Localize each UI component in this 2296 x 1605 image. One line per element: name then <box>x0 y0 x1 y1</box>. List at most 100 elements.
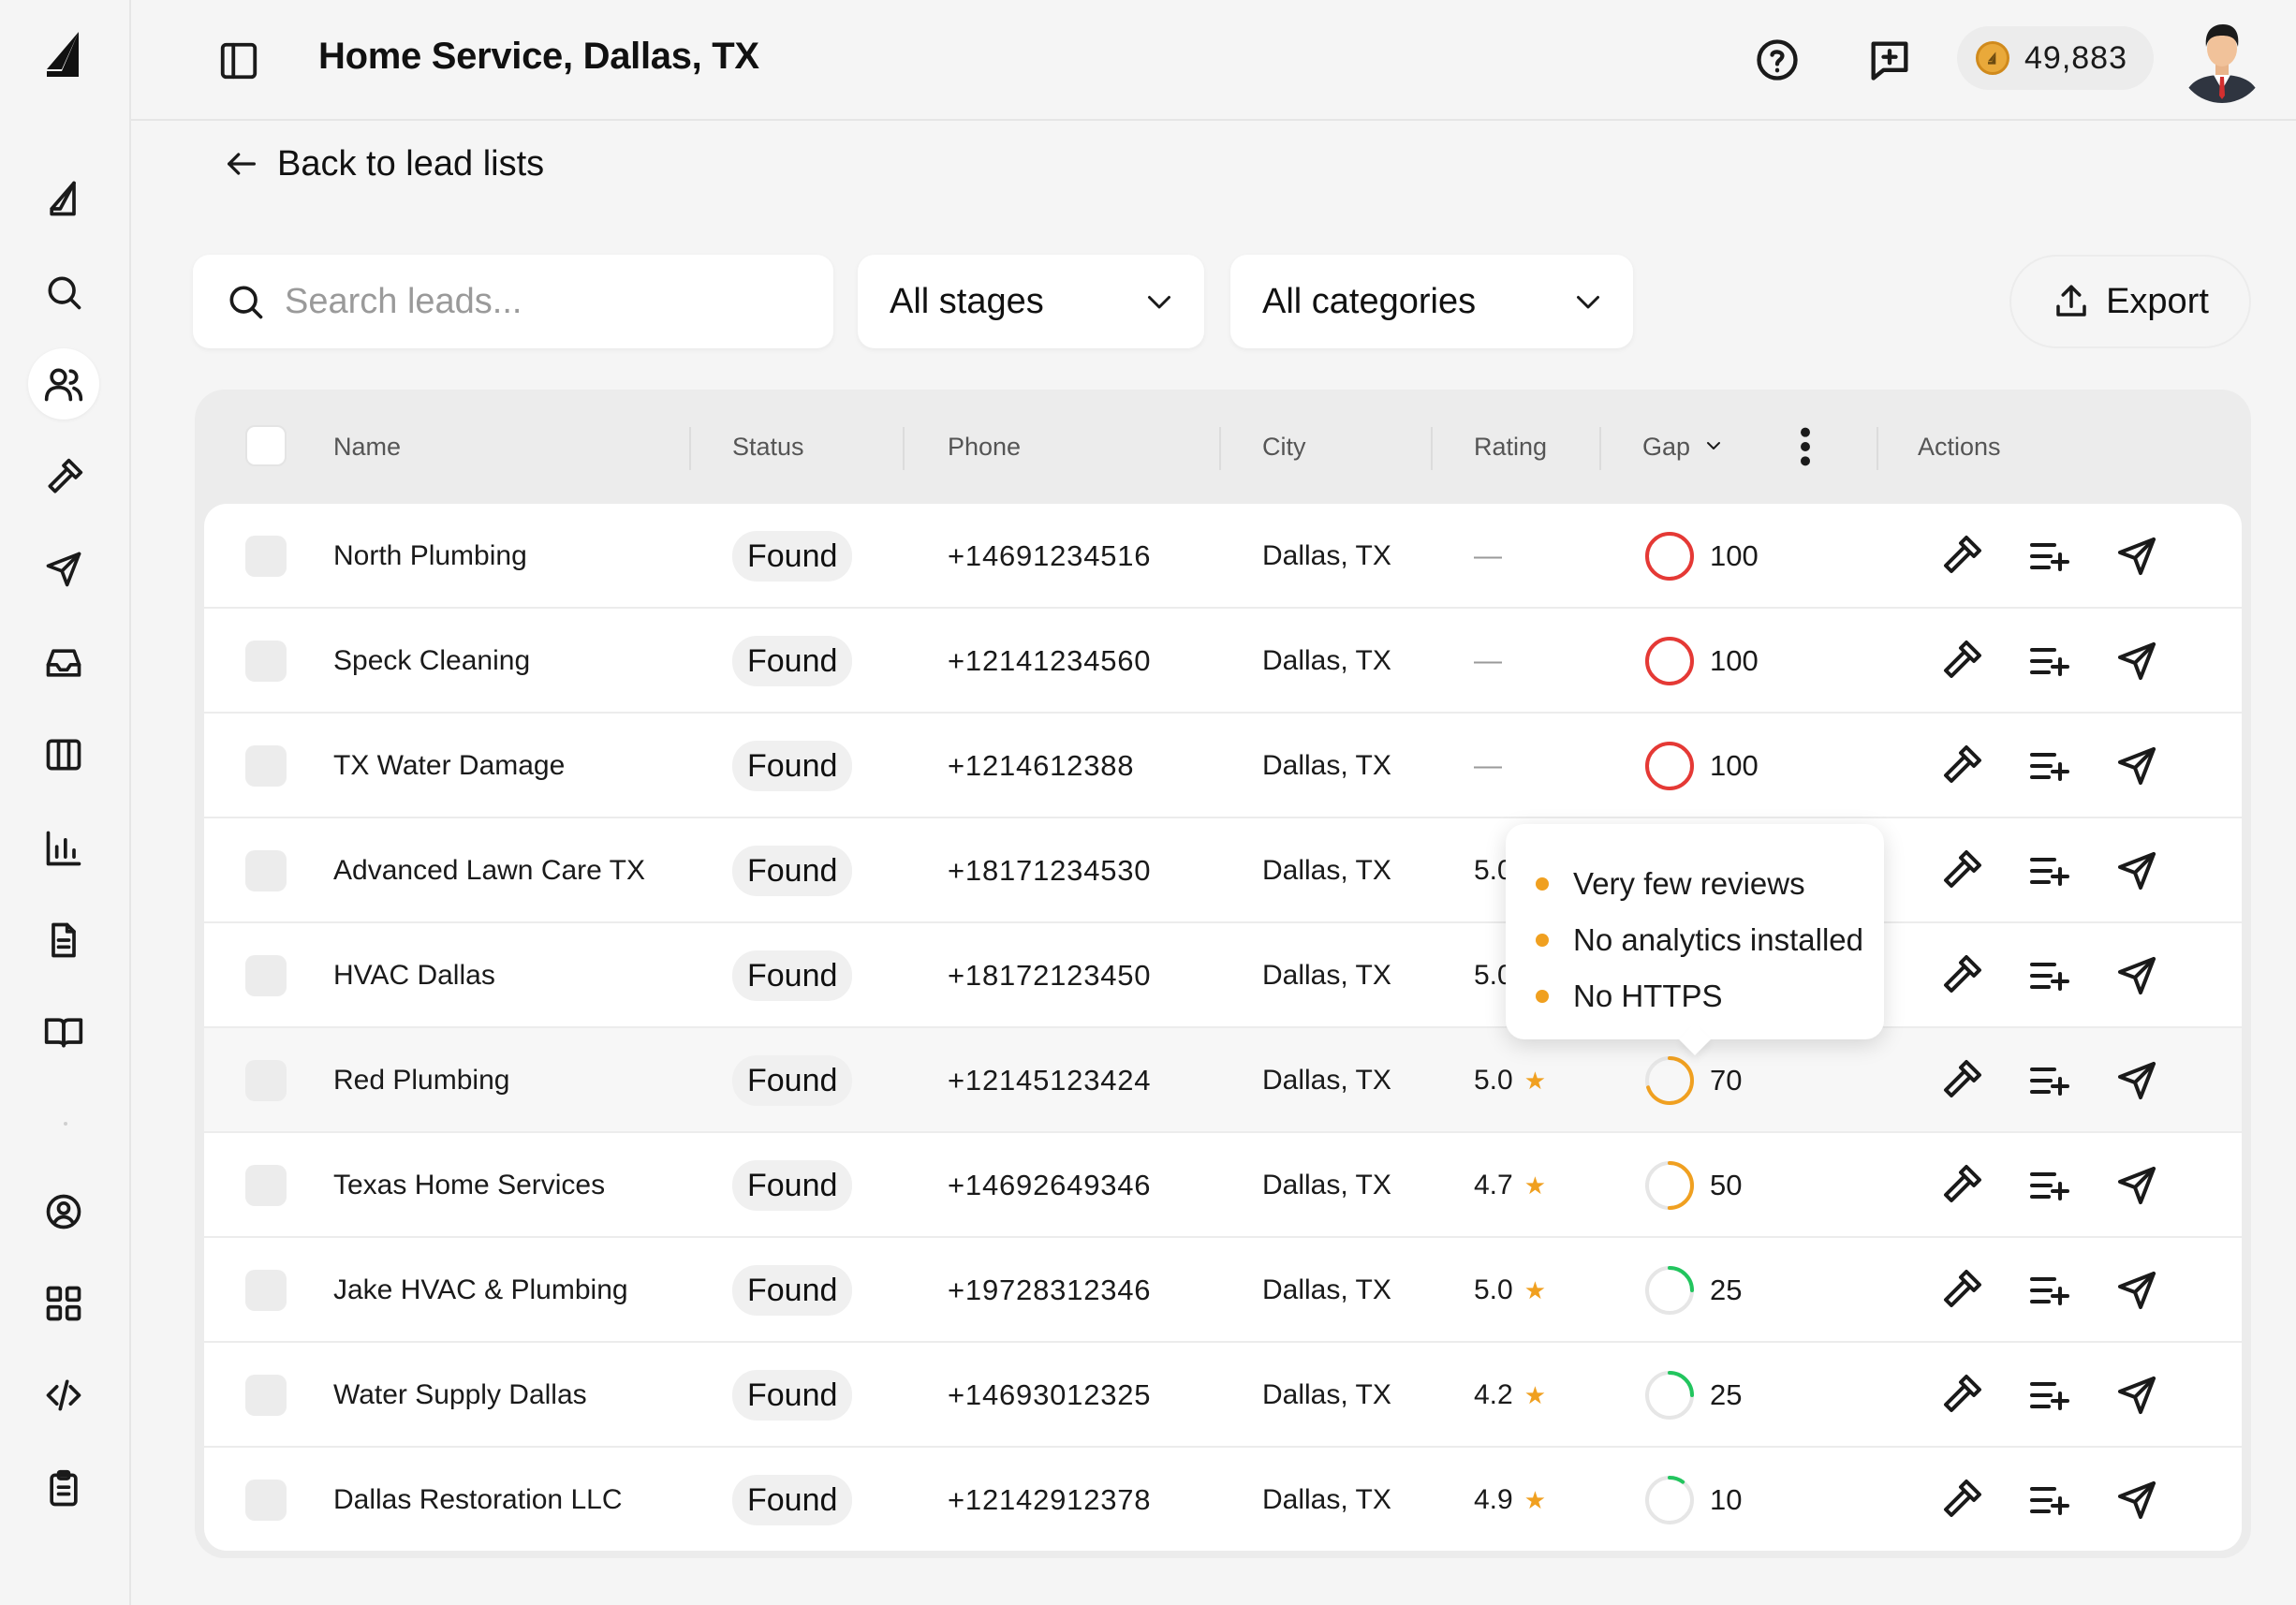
avatar[interactable] <box>2178 15 2266 103</box>
send-icon[interactable] <box>2114 534 2159 579</box>
row-checkbox[interactable] <box>245 850 287 891</box>
send-icon[interactable] <box>2114 1373 2159 1418</box>
status-badge[interactable]: Found <box>732 950 853 1001</box>
lead-name[interactable]: Dallas Restoration LLC <box>333 1448 622 1551</box>
send-icon[interactable] <box>2114 1058 2159 1103</box>
hammer-icon[interactable] <box>1938 848 1983 893</box>
sidebar-item-tasks[interactable] <box>28 1453 99 1524</box>
hammer-icon[interactable] <box>1938 744 1983 788</box>
table-row[interactable]: Dallas Restoration LLC Found +1214291237… <box>204 1448 2242 1551</box>
gap-score-ring[interactable] <box>1642 634 1697 688</box>
lead-name[interactable]: North Plumbing <box>333 504 527 609</box>
row-checkbox[interactable] <box>245 641 287 682</box>
category-filter-select[interactable]: All categories <box>1230 255 1633 348</box>
row-checkbox[interactable] <box>245 955 287 996</box>
status-badge[interactable]: Found <box>732 1160 853 1211</box>
column-header-phone[interactable]: Phone <box>948 433 1021 462</box>
table-row[interactable]: Jake HVAC & Plumbing Found +19728312346 … <box>204 1238 2242 1343</box>
search-box[interactable] <box>193 255 833 348</box>
table-row[interactable]: Advanced Lawn Care TX Found +18171234530… <box>204 818 2242 923</box>
sidebar-item-docs[interactable] <box>28 996 99 1068</box>
send-icon[interactable] <box>2114 1268 2159 1313</box>
status-badge[interactable]: Found <box>732 846 853 896</box>
table-row[interactable]: TX Water Damage Found +1214612388 Dallas… <box>204 714 2242 818</box>
status-badge[interactable]: Found <box>732 1265 853 1316</box>
sidebar-item-developer[interactable] <box>28 1360 99 1431</box>
send-icon[interactable] <box>2114 1163 2159 1208</box>
lead-name[interactable]: Advanced Lawn Care TX <box>333 818 645 923</box>
column-header-status[interactable]: Status <box>732 433 804 462</box>
send-icon[interactable] <box>2114 848 2159 893</box>
sidebar-toggle-icon[interactable] <box>217 39 260 82</box>
column-menu-icon[interactable] <box>1787 425 1824 468</box>
column-header-rating[interactable]: Rating <box>1474 433 1547 462</box>
select-all-checkbox[interactable] <box>245 425 287 466</box>
export-button[interactable]: Export <box>2009 255 2251 348</box>
add-to-list-icon[interactable] <box>2026 1058 2071 1103</box>
credits-balance[interactable]: 49,883 <box>1957 26 2154 90</box>
lead-name[interactable]: Red Plumbing <box>333 1028 509 1133</box>
sidebar-item-leads[interactable] <box>28 348 99 420</box>
add-to-list-icon[interactable] <box>2026 1163 2071 1208</box>
hammer-icon[interactable] <box>1938 639 1983 684</box>
gap-score-ring[interactable] <box>1642 1053 1697 1108</box>
row-checkbox[interactable] <box>245 1165 287 1206</box>
status-badge[interactable]: Found <box>732 531 853 582</box>
send-icon[interactable] <box>2114 953 2159 998</box>
gap-score-ring[interactable] <box>1642 1263 1697 1318</box>
sidebar-item-analytics[interactable] <box>28 813 99 884</box>
lead-name[interactable]: TX Water Damage <box>333 714 565 818</box>
sort-chevron-down-icon[interactable] <box>1702 434 1725 457</box>
sidebar-item-create[interactable] <box>28 163 99 234</box>
sidebar-item-account[interactable] <box>28 1176 99 1247</box>
hammer-icon[interactable] <box>1938 953 1983 998</box>
sidebar-item-tools[interactable] <box>28 442 99 513</box>
hammer-icon[interactable] <box>1938 1478 1983 1523</box>
add-to-list-icon[interactable] <box>2026 1373 2071 1418</box>
row-checkbox[interactable] <box>245 1270 287 1311</box>
lead-name[interactable]: Water Supply Dallas <box>333 1343 587 1448</box>
column-header-gap[interactable]: Gap <box>1642 433 1690 462</box>
add-to-list-icon[interactable] <box>2026 639 2071 684</box>
sidebar-item-boards[interactable] <box>28 719 99 790</box>
gap-score-ring[interactable] <box>1642 1368 1697 1422</box>
add-to-list-icon[interactable] <box>2026 848 2071 893</box>
add-to-list-icon[interactable] <box>2026 744 2071 788</box>
lead-name[interactable]: HVAC Dallas <box>333 923 495 1028</box>
column-header-name[interactable]: Name <box>333 433 401 462</box>
search-input[interactable] <box>285 281 809 322</box>
sidebar-item-search[interactable] <box>28 257 99 328</box>
stage-filter-select[interactable]: All stages <box>858 255 1204 348</box>
row-checkbox[interactable] <box>245 1060 287 1101</box>
row-checkbox[interactable] <box>245 1480 287 1521</box>
gap-score-ring[interactable] <box>1642 1473 1697 1527</box>
add-to-list-icon[interactable] <box>2026 1478 2071 1523</box>
hammer-icon[interactable] <box>1938 1058 1983 1103</box>
gap-score-ring[interactable] <box>1642 529 1697 583</box>
lead-name[interactable]: Texas Home Services <box>333 1133 605 1238</box>
add-to-list-icon[interactable] <box>2026 534 2071 579</box>
lead-name[interactable]: Jake HVAC & Plumbing <box>333 1238 628 1343</box>
table-row[interactable]: Texas Home Services Found +14692649346 D… <box>204 1133 2242 1238</box>
row-checkbox[interactable] <box>245 536 287 577</box>
app-logo-icon[interactable] <box>41 28 90 81</box>
status-badge[interactable]: Found <box>732 1055 853 1106</box>
row-checkbox[interactable] <box>245 745 287 787</box>
add-to-list-icon[interactable] <box>2026 953 2071 998</box>
help-icon[interactable] <box>1753 36 1802 84</box>
hammer-icon[interactable] <box>1938 1373 1983 1418</box>
send-icon[interactable] <box>2114 1478 2159 1523</box>
table-row[interactable]: North Plumbing Found +14691234516 Dallas… <box>204 504 2242 609</box>
status-badge[interactable]: Found <box>732 1370 853 1421</box>
status-badge[interactable]: Found <box>732 741 853 791</box>
lead-name[interactable]: Speck Cleaning <box>333 609 530 714</box>
send-icon[interactable] <box>2114 639 2159 684</box>
sidebar-item-apps[interactable] <box>28 1268 99 1339</box>
table-row[interactable]: Speck Cleaning Found +12141234560 Dallas… <box>204 609 2242 714</box>
hammer-icon[interactable] <box>1938 534 1983 579</box>
gap-score-ring[interactable] <box>1642 1158 1697 1213</box>
add-to-list-icon[interactable] <box>2026 1268 2071 1313</box>
table-row[interactable]: Water Supply Dallas Found +14693012325 D… <box>204 1343 2242 1448</box>
sidebar-item-documents[interactable] <box>28 905 99 976</box>
status-badge[interactable]: Found <box>732 1475 853 1525</box>
